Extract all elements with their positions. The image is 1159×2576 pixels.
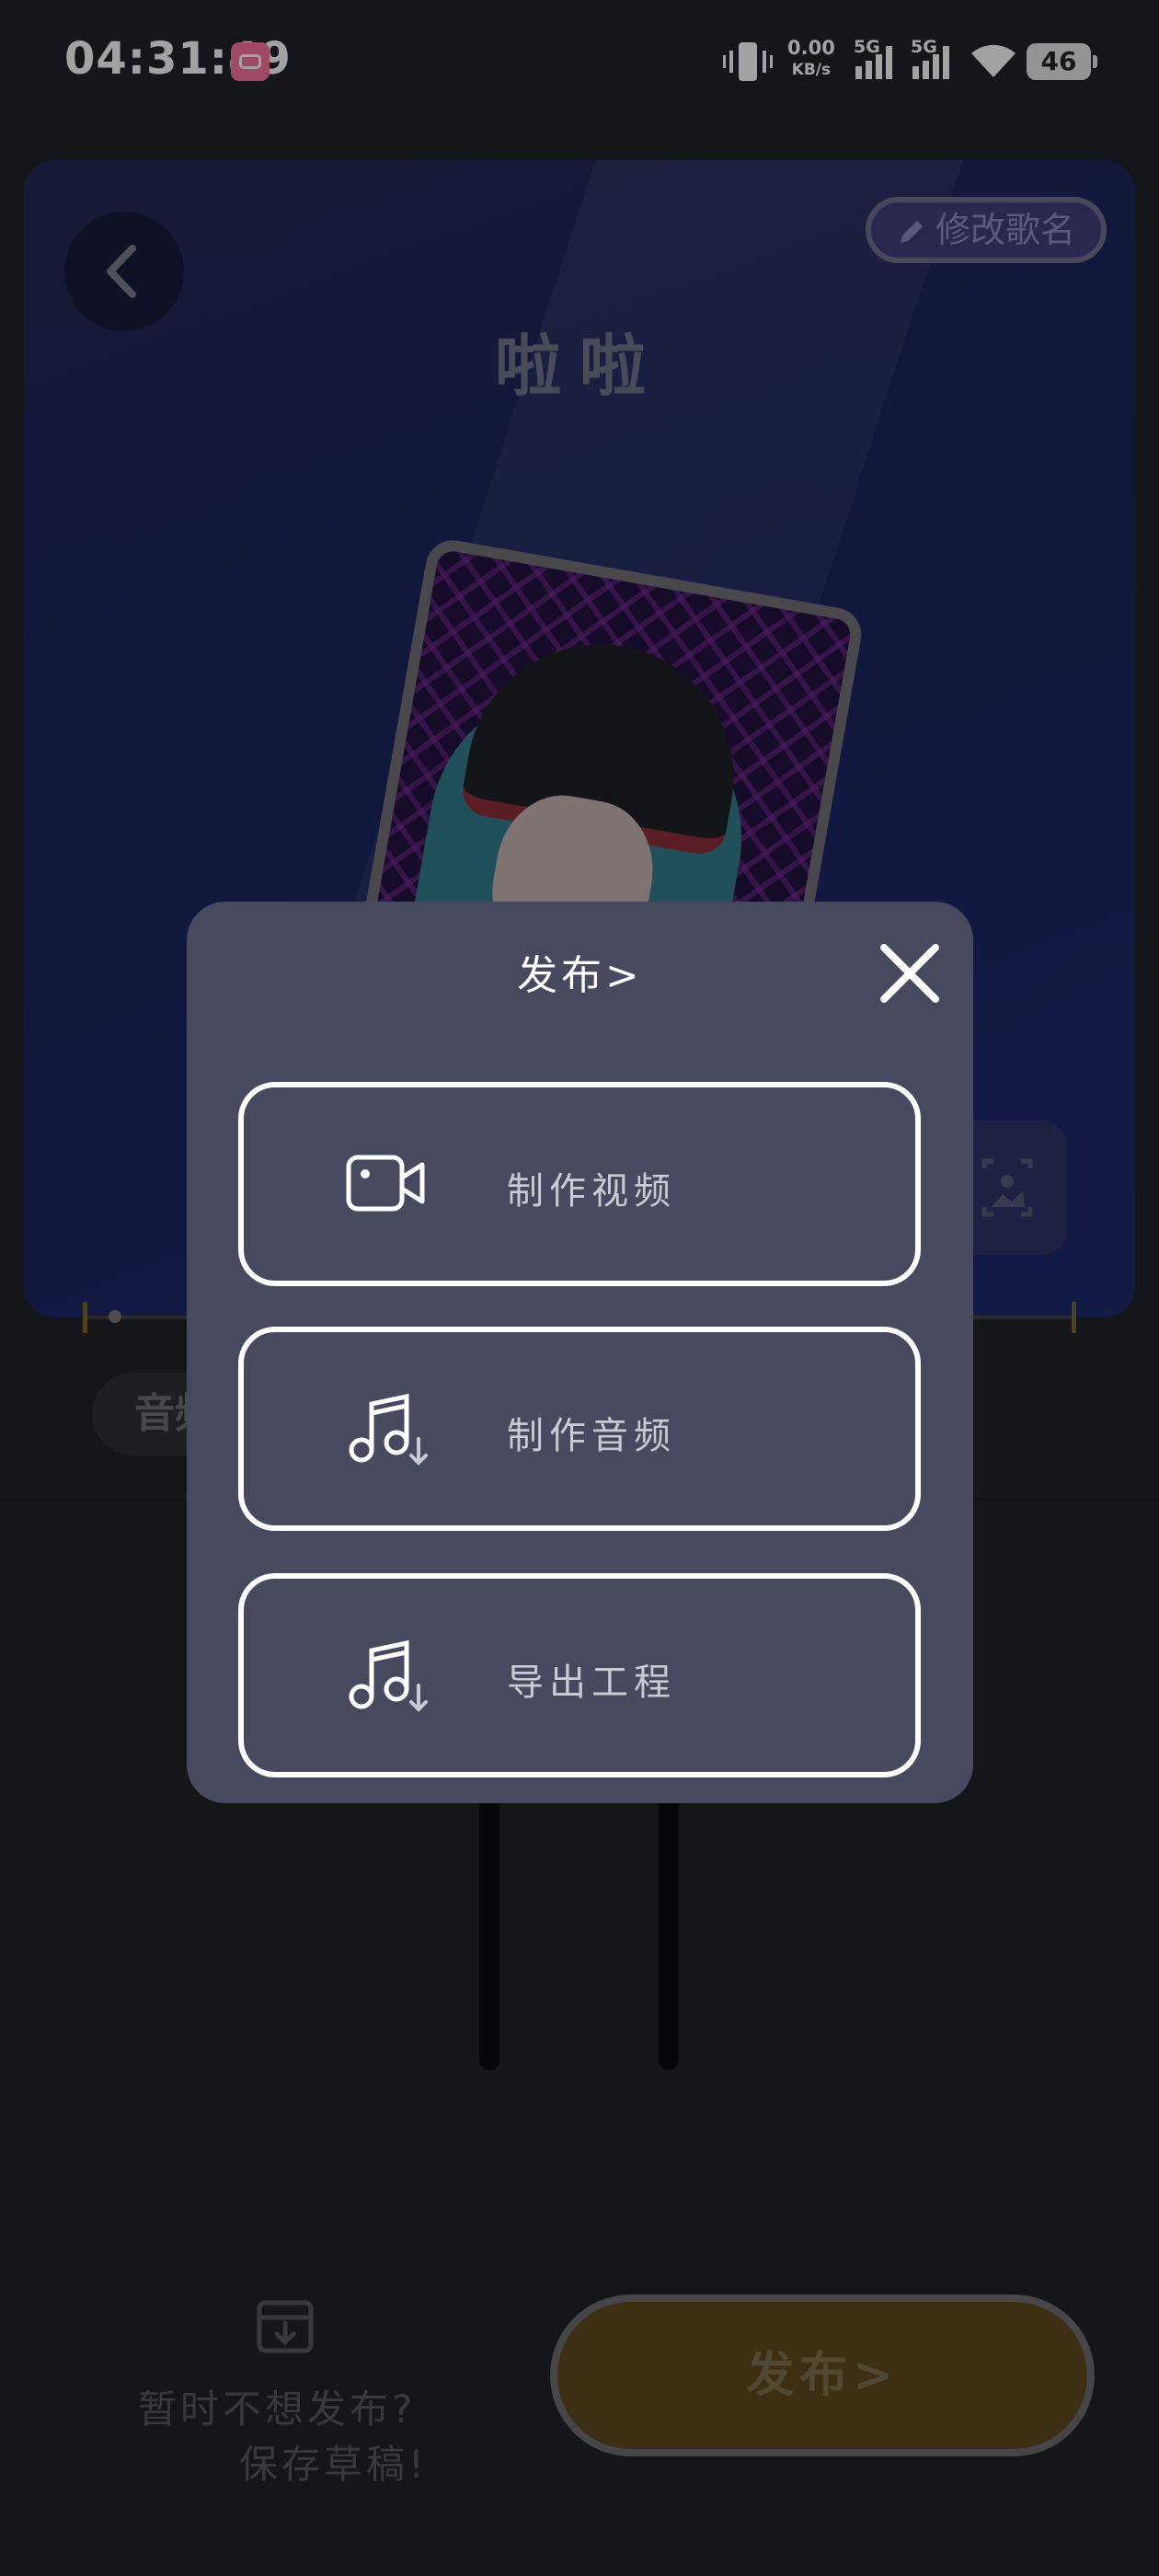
publish-dialog: 发布> 制作视频 制作音频 导出工程	[187, 902, 973, 1803]
make-video-option[interactable]: 制作视频	[238, 1082, 921, 1286]
close-button[interactable]	[873, 937, 947, 1010]
make-audio-label: 制作音频	[507, 1415, 676, 1457]
video-camera-icon	[346, 1155, 425, 1212]
export-project-label: 导出工程	[507, 1662, 676, 1704]
export-project-option[interactable]: 导出工程	[238, 1573, 921, 1777]
close-icon	[880, 944, 939, 1003]
music-download-icon	[349, 1639, 428, 1712]
make-audio-option[interactable]: 制作音频	[238, 1327, 921, 1531]
music-download-icon	[349, 1393, 428, 1466]
dialog-title: 发布>	[517, 952, 643, 999]
make-video-label: 制作视频	[507, 1170, 676, 1213]
